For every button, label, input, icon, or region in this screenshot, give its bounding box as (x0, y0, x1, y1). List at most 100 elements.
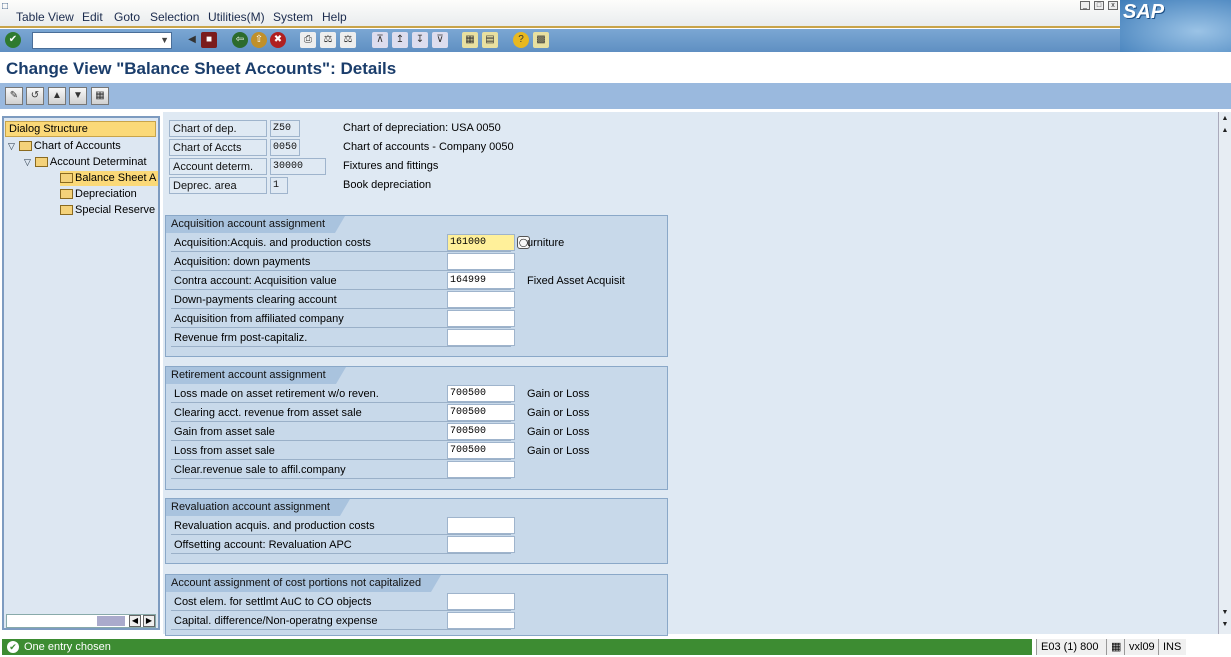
affiliated-company-input[interactable] (447, 310, 515, 327)
offsetting-account-input[interactable] (447, 536, 515, 553)
field-row: Loss from asset sale 700500 Gain or Loss (171, 442, 589, 460)
previous-entry-icon[interactable]: ▲ (48, 87, 66, 105)
loss-asset-sale-input[interactable]: 700500 (447, 442, 515, 459)
close-window-icon[interactable]: x (1108, 1, 1118, 10)
scroll-up-icon[interactable]: ▲ (1220, 114, 1230, 124)
scroll-down-page-icon[interactable]: ▼ (1220, 608, 1230, 618)
loss-retirement-input[interactable]: 700500 (447, 385, 515, 402)
find-icon[interactable]: ⚖ (320, 32, 336, 48)
field-row: Gain from asset sale 700500 Gain or Loss (171, 423, 589, 441)
scroll-up-page-icon[interactable]: ▲ (1220, 126, 1230, 136)
server-name: vxl09 (1124, 639, 1158, 655)
create-session-icon[interactable]: ▦ (462, 32, 478, 48)
revaluation-costs-input[interactable] (447, 517, 515, 534)
shortcut-icon[interactable]: ▤ (482, 32, 498, 48)
cost-element-settlement-input[interactable] (447, 593, 515, 610)
field-label: Capital. difference/Non-operatng expense (174, 615, 378, 627)
sap-logo: SAP (1120, 0, 1231, 52)
field-description: urniture (527, 237, 565, 249)
folder-icon (60, 189, 73, 200)
enter-icon[interactable]: ✔ (5, 32, 21, 48)
command-field[interactable]: ▼ (32, 32, 172, 49)
print-icon[interactable]: ⎙ (300, 32, 316, 48)
field-row: Acquisition: down payments (171, 253, 515, 271)
menu-edit[interactable]: Edit (82, 10, 103, 24)
tree-label: Depreciation (75, 188, 137, 200)
scroll-thumb[interactable] (97, 616, 125, 626)
key-label-account-determ: Account determ. (169, 158, 267, 175)
down-payments-input[interactable] (447, 253, 515, 270)
field-description: Gain or Loss (527, 388, 590, 400)
expand-triangle-icon[interactable]: ▽ (24, 155, 31, 170)
main-vertical-scrollbar[interactable]: ▲ ▲ ▼ ▼ (1218, 112, 1231, 634)
next-page-icon[interactable]: ↧ (412, 32, 428, 48)
last-page-icon[interactable]: ⊽ (432, 32, 448, 48)
group-title: Revaluation account assignment (166, 499, 350, 516)
clearing-revenue-input[interactable]: 700500 (447, 404, 515, 421)
field-label: Acquisition:Acquis. and production costs (174, 237, 371, 249)
tree-label: Account Determinat (49, 156, 147, 168)
system-info[interactable]: E03 (1) 800 (1036, 639, 1106, 655)
field-row: Revenue frm post-capitaliz. (171, 329, 515, 347)
scroll-right-icon[interactable]: ▶ (143, 615, 155, 627)
key-value-deprec-area: 1 (270, 177, 288, 194)
help-icon[interactable]: ? (513, 32, 529, 48)
field-label: Acquisition: down payments (174, 256, 311, 268)
tree-node-depreciation[interactable]: Depreciation (60, 187, 158, 202)
select-icon[interactable]: ▦ (91, 87, 109, 105)
scroll-left-icon[interactable]: ◀ (129, 615, 141, 627)
field-description: Gain or Loss (527, 445, 590, 457)
field-label: Acquisition from affiliated company (174, 313, 344, 325)
group-title: Account assignment of cost portions not … (166, 575, 442, 592)
sap-window-icon[interactable]: □ (2, 1, 8, 12)
menu-system[interactable]: System (273, 10, 313, 24)
sap-logo-text: SAP (1123, 1, 1165, 23)
system-info-icon[interactable]: ▦ (1106, 639, 1124, 655)
scroll-down-icon[interactable]: ▼ (1220, 620, 1230, 630)
layout-menu-icon[interactable]: ▩ (533, 32, 549, 48)
field-row: Clear.revenue sale to affil.company (171, 461, 515, 479)
back-icon[interactable]: ⇦ (232, 32, 248, 48)
tree-node-special-reserves[interactable]: Special Reserve (60, 203, 158, 218)
save-icon[interactable]: ■ (201, 32, 217, 48)
previous-page-icon[interactable]: ↥ (392, 32, 408, 48)
next-entry-icon[interactable]: ▼ (69, 87, 87, 105)
menu-selection[interactable]: Selection (150, 10, 199, 24)
restore-icon[interactable]: □ (1094, 1, 1104, 10)
field-description: Gain or Loss (527, 426, 590, 438)
details-area: Chart of dep. Z50 Chart of depreciation:… (163, 112, 1218, 636)
menu-goto[interactable]: Goto (114, 10, 140, 24)
tree-node-account-determination[interactable]: ▽ Account Determinat (24, 155, 158, 170)
contra-account-input[interactable]: 164999 (447, 272, 515, 289)
exit-icon[interactable]: ⇧ (251, 32, 267, 48)
clear-revenue-affiliated-input[interactable] (447, 461, 515, 478)
menu-utilities[interactable]: Utilities(M) (208, 10, 265, 24)
expand-triangle-icon[interactable]: ▽ (8, 139, 15, 154)
field-label: Clearing acct. revenue from asset sale (174, 407, 362, 419)
gain-asset-sale-input[interactable]: 700500 (447, 423, 515, 440)
revaluation-group: Revaluation account assignment Revaluati… (165, 498, 668, 564)
menu-help[interactable]: Help (322, 10, 347, 24)
first-page-icon[interactable]: ⊼ (372, 32, 388, 48)
down-payments-clearing-input[interactable] (447, 291, 515, 308)
cancel-icon[interactable]: ✖ (270, 32, 286, 48)
menu-bar: □ Table View Edit Goto Selection Utiliti… (0, 0, 1231, 28)
acquis-production-costs-input[interactable]: 161000 (447, 234, 515, 251)
command-history-icon[interactable]: ▼ (160, 35, 169, 45)
menu-table-view[interactable]: Table View (16, 10, 74, 24)
capital-difference-input[interactable] (447, 612, 515, 629)
key-value-chart-of-accts: 0050 (270, 139, 300, 156)
tree-horizontal-scrollbar[interactable]: ◀ ▶ (6, 614, 156, 628)
tree-label: Balance Sheet A (75, 172, 157, 184)
find-next-icon[interactable]: ⚖ (340, 32, 356, 48)
minimize-icon[interactable]: _ (1080, 1, 1090, 10)
display-change-icon[interactable]: ✎ (5, 87, 23, 105)
post-capitalization-input[interactable] (447, 329, 515, 346)
back-arrow-small-icon[interactable]: ◀ (184, 32, 200, 48)
status-message[interactable]: ✔ One entry chosen (2, 639, 1032, 655)
dialog-structure-header: Dialog Structure (5, 121, 156, 137)
field-row: Down-payments clearing account (171, 291, 515, 309)
tree-node-balance-sheet-accounts[interactable]: Balance Sheet A (60, 171, 158, 186)
tree-node-chart-of-accounts[interactable]: ▽ Chart of Accounts (8, 139, 158, 154)
change-icon[interactable]: ↺ (26, 87, 44, 105)
